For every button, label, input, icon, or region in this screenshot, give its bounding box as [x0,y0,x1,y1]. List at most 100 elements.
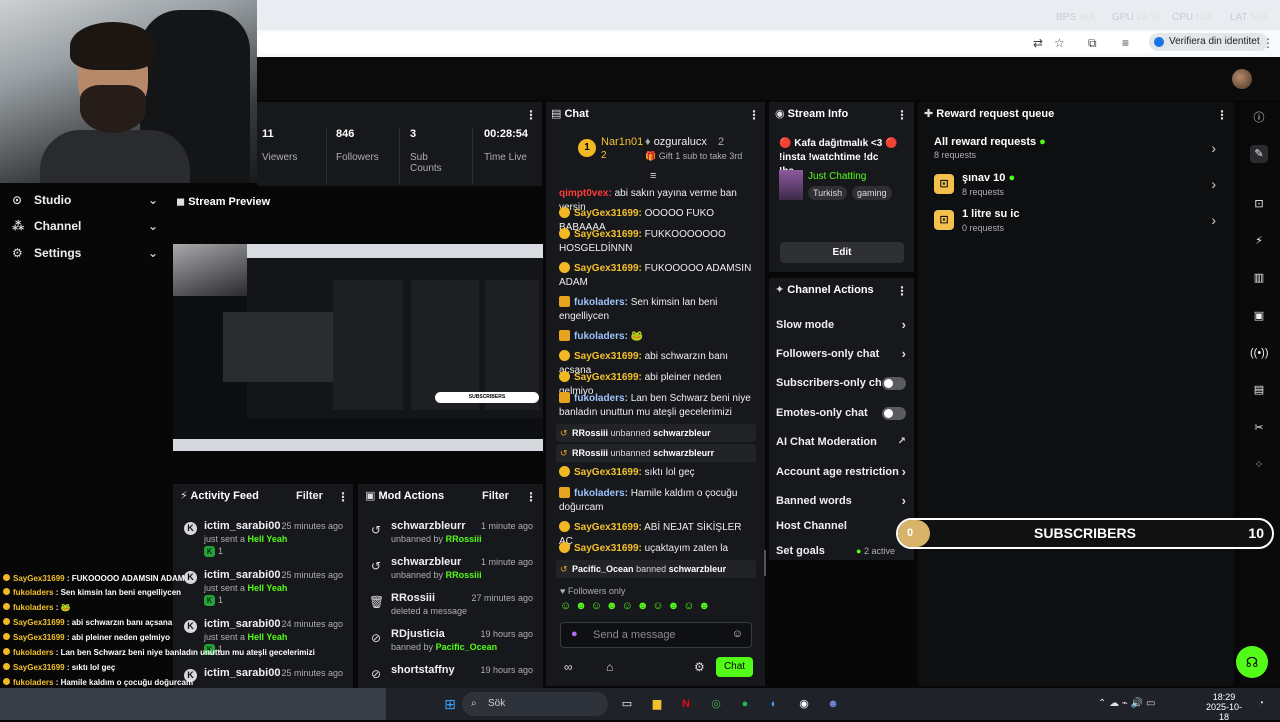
mod-action-item[interactable]: 🗑 RRossiii 27 minutes ago deleted a message [365,592,535,628]
browser-menu-icon[interactable]: ⋮ [1262,36,1276,50]
emote-bar[interactable]: ☺☻☺☻☺☻☺☻☺☻ [560,600,750,616]
nodes-icon[interactable]: ⁘ [1250,456,1268,474]
chat-message[interactable]: SayGex31699: uçaktayım zaten la [559,542,755,556]
reading-list-icon[interactable]: ≡ [1122,36,1136,50]
chrome-icon[interactable]: ◎ [706,694,726,714]
chat-message[interactable]: SayGex31699: sıktı lol geç [559,466,755,480]
spotify-icon[interactable]: ● [735,694,755,714]
edit-button[interactable]: Edit [780,242,904,263]
chat-username[interactable]: fukoladers: [574,297,628,308]
support-button[interactable]: ☊ [1236,646,1268,678]
notification-icon[interactable]: ◔ [1258,698,1264,709]
broadcast-icon[interactable]: ((•)) [1250,344,1269,362]
chat-message[interactable]: fukoladers: Hamile kaldım o çocuğu doğur… [559,487,755,515]
channel-action-account-age-restriction[interactable]: Account age restriction › [776,463,906,481]
chat-message[interactable]: fukoladers: 🐸 [559,330,755,344]
mod-action-item[interactable]: ↺ schwarzbleurr 1 minute ago unbanned by RR… [365,520,535,556]
chat-username[interactable]: SayGex31699: [574,372,642,383]
chat-username[interactable]: fukoladers: [574,393,628,404]
emoji-icon[interactable]: ☺ [732,628,743,640]
channel-action-set-goals[interactable]: Set goals ● 2 active [776,542,906,560]
reward-menu-icon[interactable]: ⋮ [1216,108,1228,122]
chat-username[interactable]: SayGex31699: [574,351,642,362]
chat-username[interactable]: SayGex31699: [574,263,642,274]
chat-message[interactable]: SayGex31699: FUKOOOOO ADAMSIN ADAM [559,262,755,290]
link-icon[interactable]: ∞ [564,660,573,674]
tray-icons[interactable]: ⌃ ☁ ⌁ 🔊 ▭ [1098,698,1155,709]
channel-action-ai-chat-moderation[interactable]: AI Chat Moderation ↗ [776,433,906,451]
settings-icon[interactable]: ⚙ [694,660,705,674]
mod-action-item[interactable]: ↺ schwarzbleur 1 minute ago unbanned by RRo… [365,556,535,592]
mod-action-item[interactable]: ⊘ RDjusticia 19 hours ago banned by Pacific… [365,628,535,664]
stream-info-menu-icon[interactable]: ⋮ [896,108,908,122]
chat-username[interactable]: SayGex31699: [574,467,642,478]
address-bar[interactable] [257,32,1262,53]
mod-filter-button[interactable]: Filter [482,483,509,509]
activity-menu-icon[interactable]: ⋮ [337,490,349,504]
top-gifter-name[interactable]: Nar1n01 [601,136,643,148]
channel-action-host-channel[interactable]: Host Channel [776,517,906,535]
obs-icon[interactable]: ◉ [794,694,814,714]
chat-username[interactable]: SayGex31699: [574,208,642,219]
chat-username[interactable]: qimpt0vex: [559,188,612,199]
chat-username[interactable]: fukoladers: [574,331,628,342]
camera-icon[interactable]: ⊡ [1250,195,1268,213]
expand-icon[interactable]: ≡ [650,170,656,182]
netflix-icon[interactable]: N [676,694,696,714]
sidebar-item-settings[interactable]: ⚙ Settings ⌄ [12,243,162,263]
channel-action-followers-only-chat[interactable]: Followers-only chat › [776,345,906,363]
chat-message[interactable]: SayGex31699: FUKKOOOOOOO HOSGELDİNNN [559,228,755,256]
chat-menu-icon[interactable]: ⋮ [748,108,760,122]
channel-actions-menu-icon[interactable]: ⋮ [896,284,908,298]
sidebar-item-channel[interactable]: ⁂ Channel ⌄ [12,216,162,236]
chat-username[interactable]: SayGex31699: [574,522,642,533]
channel-action-subscribers-only-chat[interactable]: Subscribers-only chat [776,374,906,392]
channel-action-slow-mode[interactable]: Slow mode › [776,316,906,334]
all-rewards-row[interactable]: All reward requests ● 8 requests › [932,136,1222,164]
reward-item[interactable]: ⊡ 1 litre su ic 0 requests › [932,208,1222,242]
mic-icon[interactable]: ● [571,628,578,640]
pencil-icon[interactable]: ✎ [1250,145,1268,163]
sidebar-item-studio[interactable]: ⊙ Studio ⌄ [12,190,162,210]
avatar[interactable] [1232,69,1252,89]
send-chat-button[interactable]: Chat [716,657,753,677]
info-icon[interactable]: ⓘ [1250,109,1268,127]
chat-message[interactable]: fukoladers: Lan ben Schwarz beni niye ba… [559,392,755,420]
toggle-switch[interactable] [882,377,906,390]
gift-prompt[interactable]: 🎁 Gift 1 sub to take 3rd [645,151,742,162]
edge-icon[interactable]: ◐ [764,694,784,714]
store-icon[interactable]: ⌂ [606,660,613,674]
chat-username[interactable]: SayGex31699: [574,229,642,240]
chat-bubble-icon[interactable]: ▣ [1250,307,1268,325]
extensions-icon[interactable]: ⧉ [1088,36,1102,50]
activity-filter-button[interactable]: Filter [296,483,323,509]
verify-identity-button[interactable]: Verifiera din identitet [1149,33,1268,51]
reward-item[interactable]: ⊡ şınav 10 ● 8 requests › [932,172,1222,206]
wrench-icon[interactable]: ✂ [1250,419,1268,437]
second-gifter-name[interactable]: ♦ ozguralucx [645,136,707,148]
channel-action-banned-words[interactable]: Banned words › [776,492,906,510]
stats-menu-icon[interactable]: ⋮ [525,108,537,122]
channel-action-emotes-only-chat[interactable]: Emotes-only chat [776,404,906,422]
windows-start-icon[interactable]: ⊞ [440,694,460,714]
star-icon[interactable]: ☆ [1054,36,1068,50]
document-icon[interactable]: ▥ [1250,269,1268,287]
chat-username[interactable]: SayGex31699: [574,543,642,554]
mod-menu-icon[interactable]: ⋮ [525,490,537,504]
chat-scrollbar[interactable] [764,550,766,576]
discord-icon[interactable]: ☻ [823,694,843,714]
translate-icon[interactable]: ⇄ [1033,36,1047,50]
folder-icon[interactable]: ▆ [647,694,667,714]
activity-item[interactable]: Kictim_sarabi00 25 minutes ago just sent a… [178,569,343,617]
chat-input[interactable]: ● Send a message ☺ [560,622,752,648]
clock[interactable]: 18:29 2025-10-18 [1202,692,1246,722]
chat-username[interactable]: fukoladers: [574,488,628,499]
activity-item[interactable]: Kictim_sarabi00 25 minutes ago just sent a… [178,520,343,568]
stream-preview-video[interactable]: SUBSCRIBERS [173,244,543,451]
category-name[interactable]: Just Chatting [808,171,866,182]
task-view-icon[interactable]: ▭ [617,694,637,714]
toggle-switch[interactable] [882,407,906,420]
lightning-icon[interactable]: ⚡ [1250,232,1268,250]
taskbar-search[interactable]: ⌕ Sök [462,692,608,716]
layout-icon[interactable]: ▤ [1250,381,1268,399]
